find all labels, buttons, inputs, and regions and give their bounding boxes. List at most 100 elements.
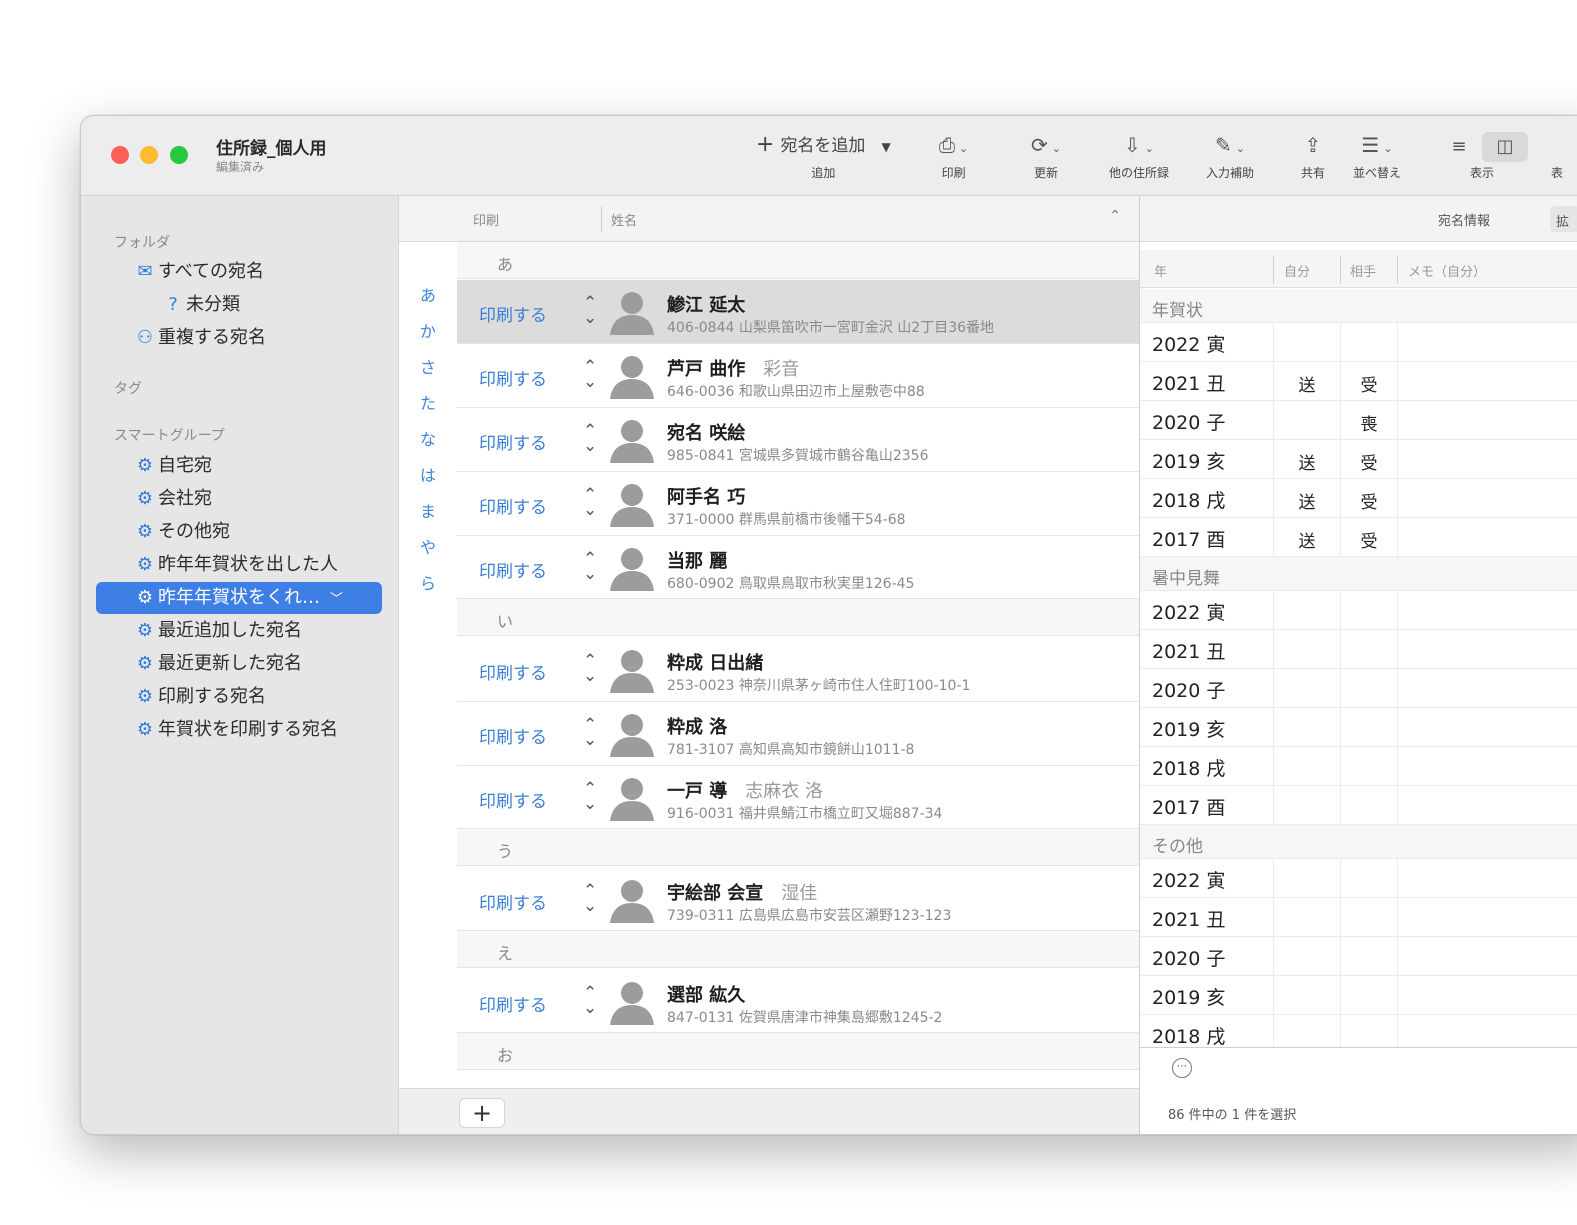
greeting-row[interactable]: 2017 酉 bbox=[1140, 786, 1577, 825]
info-tab-title[interactable]: 宛名情報 bbox=[1438, 210, 1490, 229]
index-ta[interactable]: た bbox=[399, 390, 457, 414]
up-down-icon[interactable]: ⌃ ⌄ bbox=[583, 487, 597, 519]
print-toggle[interactable]: 印刷する bbox=[479, 493, 547, 518]
index-ka[interactable]: か bbox=[399, 318, 457, 342]
print-toggle[interactable]: 印刷する bbox=[479, 723, 547, 748]
sidebar-item-duplicates[interactable]: ⚇ 重複する宛名 bbox=[96, 322, 382, 354]
up-down-icon[interactable]: ⌃ ⌄ bbox=[583, 653, 597, 685]
sort-ascending-icon[interactable]: ⌃ bbox=[1109, 208, 1121, 224]
sidebar-item-recently-updated[interactable]: ⚙ 最近更新した宛名 bbox=[96, 648, 382, 680]
chevron-down-icon[interactable]: ﹀ bbox=[330, 592, 343, 607]
greeting-row[interactable]: 2018 戌 bbox=[1140, 1015, 1577, 1047]
refresh-button[interactable]: ⟳ ⌄ 更新 bbox=[1031, 130, 1061, 181]
view-toggle[interactable]: ≡ ◫ 表示 bbox=[1436, 130, 1528, 181]
greeting-row[interactable]: 2021 丑 bbox=[1140, 630, 1577, 669]
up-down-icon[interactable]: ⌃ ⌄ bbox=[583, 883, 597, 915]
greeting-row[interactable]: 2017 酉 送受 bbox=[1140, 518, 1577, 557]
list-item[interactable]: 印刷する ⌃ ⌄ 宇絵部 会宣 湿佳 739-0311 広島県広島市安芸区瀬野123… bbox=[457, 868, 1139, 932]
sidebar-item-home[interactable]: ⚙ 自宅宛 bbox=[96, 450, 382, 482]
print-toggle[interactable]: 印刷する bbox=[479, 787, 547, 812]
column-memo[interactable]: メモ（自分） bbox=[1408, 261, 1486, 280]
dropdown-triangle-icon[interactable]: ▼ bbox=[881, 140, 890, 154]
greeting-row[interactable]: 2021 丑 送受 bbox=[1140, 362, 1577, 401]
sidebar-item-company[interactable]: ⚙ 会社宛 bbox=[96, 483, 382, 515]
column-divider[interactable] bbox=[601, 206, 602, 232]
list-item[interactable]: 印刷する ⌃ ⌄ 当那 麗 680-0902 鳥取県鳥取市秋実里126-45 bbox=[457, 536, 1139, 600]
index-ma[interactable]: ま bbox=[399, 498, 457, 522]
print-toggle[interactable]: 印刷する bbox=[479, 301, 547, 326]
up-down-icon[interactable]: ⌃ ⌄ bbox=[583, 717, 597, 749]
up-down-icon[interactable]: ⌃ ⌄ bbox=[583, 551, 597, 583]
print-toggle[interactable]: 印刷する bbox=[479, 429, 547, 454]
close-window-button[interactable] bbox=[111, 146, 129, 164]
greeting-row[interactable]: 2022 寅 bbox=[1140, 323, 1577, 362]
list-view-icon[interactable]: ≡ bbox=[1436, 132, 1482, 162]
print-toggle[interactable]: 印刷する bbox=[479, 991, 547, 1016]
share-button[interactable]: ⇪ 共有 bbox=[1301, 130, 1325, 181]
other-cell[interactable]: 受 bbox=[1349, 371, 1389, 396]
list-item[interactable]: 印刷する ⌃ ⌄ 粋成 洛 781-3107 高知県高知市鏡餅山1011-8 bbox=[457, 702, 1139, 766]
input-assist-button[interactable]: ✎ ⌄ 入力補助 bbox=[1206, 130, 1254, 181]
sidebar-item-all[interactable]: ✉ すべての宛名 bbox=[96, 256, 382, 288]
split-view-icon[interactable]: ◫ bbox=[1482, 132, 1528, 162]
greeting-row[interactable]: 2020 子 喪 bbox=[1140, 401, 1577, 440]
ellipsis-icon[interactable]: ⋯ bbox=[1172, 1058, 1192, 1078]
print-button[interactable]: ⎙ ⌄ 印刷 bbox=[939, 130, 968, 181]
print-toggle[interactable]: 印刷する bbox=[479, 659, 547, 684]
self-cell[interactable]: 送 bbox=[1287, 527, 1327, 552]
self-cell[interactable]: 送 bbox=[1287, 449, 1327, 474]
up-down-icon[interactable]: ⌃ ⌄ bbox=[583, 423, 597, 455]
other-cell[interactable]: 受 bbox=[1349, 449, 1389, 474]
list-item[interactable]: 印刷する ⌃ ⌄ 粋成 日出緒 253-0023 神奈川県茅ヶ崎市住人住町100-… bbox=[457, 638, 1139, 702]
info-tab-extended[interactable]: 拡 bbox=[1550, 206, 1577, 232]
greeting-row[interactable]: 2020 子 bbox=[1140, 669, 1577, 708]
self-cell[interactable]: 送 bbox=[1287, 371, 1327, 396]
sidebar-item-sent-last-year[interactable]: ⚙ 昨年年賀状を出した人 bbox=[96, 549, 382, 581]
sidebar-item-other[interactable]: ⚙ その他宛 bbox=[96, 516, 382, 548]
minimize-window-button[interactable] bbox=[140, 146, 158, 164]
greeting-row[interactable]: 2019 亥 bbox=[1140, 708, 1577, 747]
other-addressbook-button[interactable]: ⇩ ⌄ 他の住所録 bbox=[1109, 130, 1169, 181]
greeting-row[interactable]: 2020 子 bbox=[1140, 937, 1577, 976]
column-print[interactable]: 印刷 bbox=[473, 210, 499, 229]
greeting-row[interactable]: 2019 亥 送受 bbox=[1140, 440, 1577, 479]
column-self[interactable]: 自分 bbox=[1284, 261, 1310, 280]
greeting-row[interactable]: 2022 寅 bbox=[1140, 591, 1577, 630]
list-item[interactable]: 印刷する ⌃ ⌄ 阿手名 巧 371-0000 群馬県前橋市後幡干54-68 bbox=[457, 472, 1139, 536]
list-item[interactable]: 印刷する ⌃ ⌄ 宛名 咲絵 985-0841 宮城県多賀城市鶴谷亀山2356 bbox=[457, 408, 1139, 472]
sort-button[interactable]: ☰ ⌄ 並べ替え bbox=[1353, 130, 1401, 181]
print-toggle[interactable]: 印刷する bbox=[479, 889, 547, 914]
other-cell[interactable]: 受 bbox=[1349, 488, 1389, 513]
greeting-row[interactable]: 2022 寅 bbox=[1140, 859, 1577, 898]
other-cell[interactable]: 受 bbox=[1349, 527, 1389, 552]
add-contact-button[interactable]: + bbox=[459, 1098, 505, 1128]
up-down-icon[interactable]: ⌃ ⌄ bbox=[583, 359, 597, 391]
index-na[interactable]: な bbox=[399, 426, 457, 450]
up-down-icon[interactable]: ⌃ ⌄ bbox=[583, 295, 597, 327]
print-toggle[interactable]: 印刷する bbox=[479, 557, 547, 582]
extra-toolbar-item[interactable]: 表 bbox=[1551, 130, 1563, 181]
sidebar-item-received-last-year[interactable]: ⚙ 昨年年賀状をくれ… ﹀ bbox=[96, 582, 382, 614]
print-toggle[interactable]: 印刷する bbox=[479, 365, 547, 390]
greeting-row[interactable]: 2019 亥 bbox=[1140, 976, 1577, 1015]
sidebar-item-recently-added[interactable]: ⚙ 最近追加した宛名 bbox=[96, 615, 382, 647]
up-down-icon[interactable]: ⌃ ⌄ bbox=[583, 985, 597, 1017]
self-cell[interactable]: 送 bbox=[1287, 488, 1327, 513]
sidebar-item-print[interactable]: ⚙ 印刷する宛名 bbox=[96, 681, 382, 713]
list-item[interactable]: 印刷する ⌃ ⌄ 芦戸 曲作 彩音 646-0036 和歌山県田辺市上屋敷壱中88 bbox=[457, 344, 1139, 408]
column-year[interactable]: 年 bbox=[1154, 261, 1167, 280]
greeting-row[interactable]: 2018 戌 送受 bbox=[1140, 479, 1577, 518]
list-item[interactable]: 印刷する ⌃ ⌄ 一戸 導志麻衣 洛 916-0031 福井県鯖江市橋立町又堀88… bbox=[457, 766, 1139, 830]
list-item[interactable]: 印刷する ⌃ ⌄ 鯵江 延太 406-0844 山梨県笛吹市一宮町金沢 山2丁目3… bbox=[457, 280, 1139, 344]
greeting-row[interactable]: 2018 戌 bbox=[1140, 747, 1577, 786]
list-item[interactable]: 印刷する ⌃ ⌄ 選部 紘久 847-0131 佐賀県唐津市神集島郷敷1245-2 bbox=[457, 970, 1139, 1034]
index-sa[interactable]: さ bbox=[399, 354, 457, 378]
column-other[interactable]: 相手 bbox=[1350, 261, 1376, 280]
index-ha[interactable]: は bbox=[399, 462, 457, 486]
index-ra[interactable]: ら bbox=[399, 570, 457, 594]
column-name[interactable]: 姓名 bbox=[611, 210, 637, 229]
greeting-row[interactable]: 2021 丑 bbox=[1140, 898, 1577, 937]
sidebar-item-print-nenga[interactable]: ⚙ 年賀状を印刷する宛名 bbox=[96, 714, 382, 746]
index-ya[interactable]: や bbox=[399, 534, 457, 558]
sidebar-item-uncategorized[interactable]: ? 未分類 bbox=[96, 289, 382, 321]
